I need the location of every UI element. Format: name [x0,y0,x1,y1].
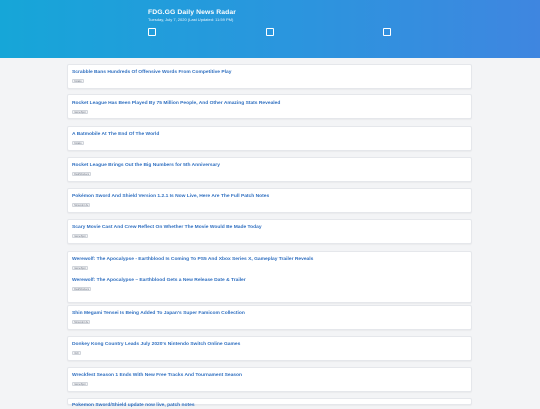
news-card: Pokémon Sword And Shield Version 1.2.1 I… [67,188,472,213]
news-item-title[interactable]: Rocket League Has Been Played By 75 Mill… [72,101,280,107]
news-item[interactable]: Scary Movie Cast And Crew Reflect On Whe… [72,225,262,238]
source-tag: GameSpot [72,110,88,114]
source-tag: Nintendo Life [72,320,91,324]
news-item[interactable]: Pokémon Sword And Shield Version 1.2.1 I… [72,194,269,207]
header-checkbox-icon[interactable] [266,28,274,36]
news-item[interactable]: Scrabble Bans Hundreds Of Offensive Word… [72,70,231,83]
news-item[interactable]: Werewolf: The Apocalypse – Earthblood Ge… [72,278,246,291]
header-checkbox-icon[interactable] [383,28,391,36]
page-header: FDG.GG Daily News Radar Tuesday, July 7,… [0,0,540,58]
source-tag: DualShockers [72,172,92,176]
source-tag: GameSpot [72,382,88,386]
news-item-title[interactable]: Werewolf: The Apocalypse - Earthblood Is… [72,257,313,263]
source-tag: DualShockers [72,287,92,291]
news-item[interactable]: Rocket League Brings Out the Big Numbers… [72,163,220,176]
news-card: Shin Megami Tensei Is Being Added To Jap… [67,305,472,330]
news-card: Scary Movie Cast And Crew Reflect On Whe… [67,219,472,244]
news-card: A Batmobile At The End Of The World Kota… [67,126,472,151]
news-card: Rocket League Has Been Played By 75 Mill… [67,94,472,119]
news-item-title[interactable]: Wreckfest Season 1 Ends With New Free Tr… [72,373,242,379]
news-card: Scrabble Bans Hundreds Of Offensive Word… [67,64,472,89]
news-item[interactable]: Rocket League Has Been Played By 75 Mill… [72,101,280,114]
news-item-title[interactable]: Pokemon Sword/Shield update now live, pa… [72,403,195,409]
news-item-title[interactable]: Rocket League Brings Out the Big Numbers… [72,163,220,169]
news-card: Rocket League Brings Out the Big Numbers… [67,157,472,182]
news-item-title[interactable]: A Batmobile At The End Of The World [72,132,159,138]
news-item-title[interactable]: Scrabble Bans Hundreds Of Offensive Word… [72,70,231,76]
news-item-title[interactable]: Scary Movie Cast And Crew Reflect On Whe… [72,225,262,231]
news-item-title[interactable]: Werewolf: The Apocalypse – Earthblood Ge… [72,278,246,284]
news-item[interactable]: A Batmobile At The End Of The World Kota… [72,132,159,145]
news-item[interactable]: Donkey Kong Country Leads July 2020's Ni… [72,342,240,355]
source-tag: IGN [72,351,81,355]
news-item[interactable]: Pokemon Sword/Shield update now live, pa… [72,403,195,409]
source-tag: GameSpot [72,234,88,238]
site-title: FDG.GG Daily News Radar [148,9,237,16]
source-tag: Nintendo Life [72,203,91,207]
source-tag: GameSpot [72,266,88,270]
news-card: Werewolf: The Apocalypse - Earthblood Is… [67,251,472,303]
news-item-title[interactable]: Donkey Kong Country Leads July 2020's Ni… [72,342,240,348]
last-updated-date: Tuesday, July 7, 2020 (Last Updated: 11:… [148,17,234,22]
header-checkbox-icon[interactable] [148,28,156,36]
news-item[interactable]: Werewolf: The Apocalypse - Earthblood Is… [72,257,313,270]
source-tag: Kotaku [72,79,84,83]
news-item[interactable]: Shin Megami Tensei Is Being Added To Jap… [72,311,245,324]
news-card: Wreckfest Season 1 Ends With New Free Tr… [67,367,472,392]
source-tag: Kotaku [72,141,84,145]
news-card: Donkey Kong Country Leads July 2020's Ni… [67,336,472,361]
news-card: Pokemon Sword/Shield update now live, pa… [67,398,472,408]
news-item-title[interactable]: Pokémon Sword And Shield Version 1.2.1 I… [72,194,269,200]
news-item-title[interactable]: Shin Megami Tensei Is Being Added To Jap… [72,311,245,317]
news-item[interactable]: Wreckfest Season 1 Ends With New Free Tr… [72,373,242,386]
